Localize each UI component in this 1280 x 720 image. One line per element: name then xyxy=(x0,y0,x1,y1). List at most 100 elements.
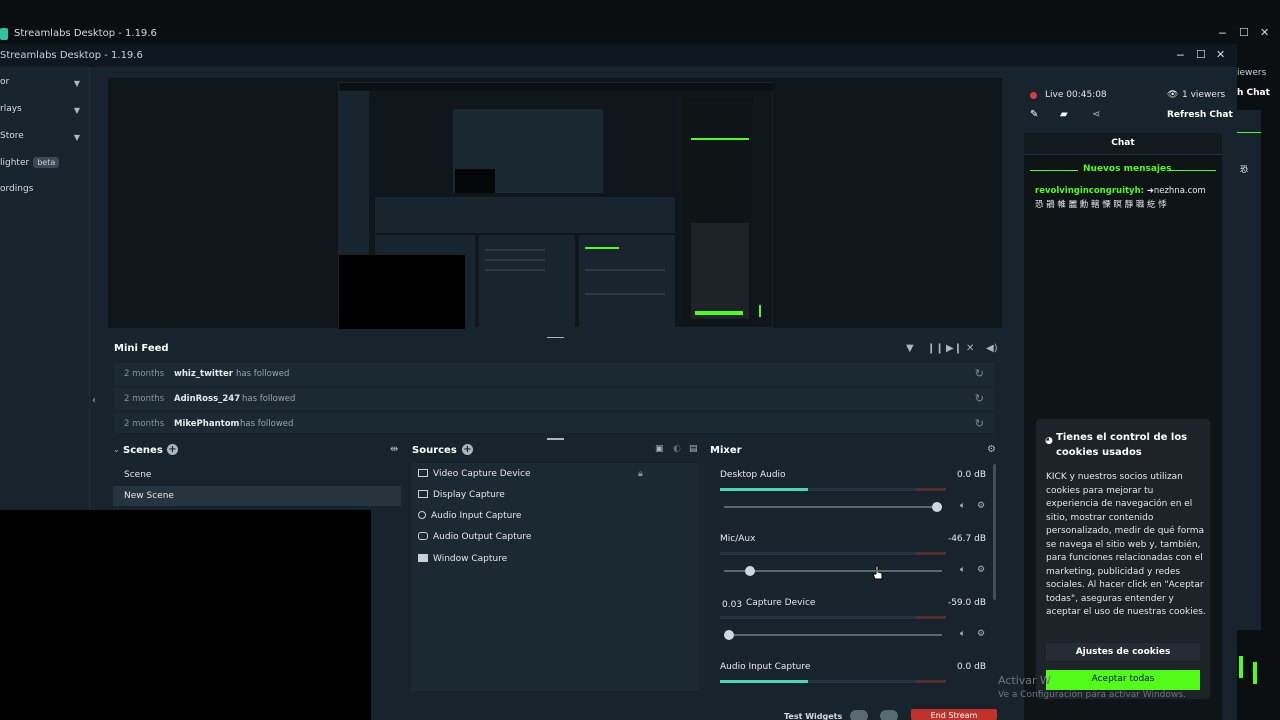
mute-alerts-icon[interactable]: ✕ xyxy=(966,343,974,354)
mixer-title: Mixer xyxy=(710,445,742,456)
source-item[interactable]: Video Capture Device 🔒︎ xyxy=(418,469,698,489)
replay-icon[interactable]: ↻ xyxy=(975,367,984,380)
mute-icon[interactable]: 🔈︎ xyxy=(960,565,965,575)
inner-maximize-icon[interactable]: ☐ xyxy=(1196,48,1206,61)
volume-meter xyxy=(720,616,946,619)
test-widgets-label[interactable]: Test Widgets xyxy=(784,712,842,720)
channel-settings-icon[interactable]: ⚙ xyxy=(977,629,985,639)
sidebar-item-editor[interactable]: or ▼ xyxy=(0,77,86,95)
screen: Streamlabs Desktop - 1.19.6 ─ ☐ ✕ iewers… xyxy=(0,0,1280,720)
mixer-channel-name: Audio Input Capture xyxy=(720,662,811,672)
mixer-channel-db: -46.7 dB xyxy=(947,534,986,544)
inner-minimize-icon[interactable]: ─ xyxy=(1177,49,1184,62)
sidebar-item-label: ordings xyxy=(0,184,34,194)
new-messages-label: Nuevos mensajes xyxy=(1083,164,1172,174)
far-right-meter-2 xyxy=(1253,662,1257,684)
volume-slider[interactable] xyxy=(724,502,942,512)
mixer-scrollbar[interactable] xyxy=(993,464,996,600)
replay-icon[interactable]: ↻ xyxy=(975,417,984,430)
source-item[interactable]: Display Capture xyxy=(418,490,698,510)
outer-window-title: Streamlabs Desktop - 1.19.6 xyxy=(14,28,157,39)
volume-slider-knob[interactable] xyxy=(932,502,942,512)
inner-close-icon[interactable]: ✕ xyxy=(1216,48,1225,61)
mute-icon[interactable]: 🔈︎ xyxy=(960,629,965,639)
divider-right xyxy=(1168,170,1216,171)
chat-username[interactable]: revolvingincongruityh: xyxy=(1035,186,1144,196)
minifeed-panel: Mini Feed ▼ ❙❙ ▶❙ ✕ ◀) 2 months whiz_twi… xyxy=(108,338,1002,433)
share-icon[interactable]: ⋖ xyxy=(1092,109,1100,120)
channel-settings-icon[interactable]: ⚙ xyxy=(977,501,985,511)
nested-mixer xyxy=(579,235,675,329)
nested-green-line xyxy=(691,138,749,140)
source-item[interactable]: Audio Output Capture xyxy=(418,532,698,552)
scene-transitions-icon[interactable]: ⇹ xyxy=(390,444,398,455)
volume-slider-knob[interactable] xyxy=(724,630,734,640)
source-visibility-icon[interactable]: ◐ xyxy=(673,444,681,454)
pause-icon[interactable]: ❙❙ xyxy=(927,343,944,354)
minimize-icon[interactable]: ─ xyxy=(1219,27,1226,40)
scene-item[interactable]: Scene xyxy=(113,465,401,485)
far-right-green-line xyxy=(1237,132,1261,133)
scene-item-selected[interactable]: New Scene xyxy=(113,486,401,506)
channel-settings-icon[interactable]: ⚙ xyxy=(977,565,985,575)
volume-icon[interactable]: ◀) xyxy=(986,343,998,354)
sidebar-item-label: lighter xyxy=(0,158,30,168)
maximize-icon[interactable]: ☐ xyxy=(1239,26,1249,39)
source-item[interactable]: Audio Input Capture xyxy=(418,511,698,531)
sidebar-item-overlays[interactable]: rlays ▼ xyxy=(0,104,86,122)
folder-icon[interactable]: ▤ xyxy=(689,444,698,454)
nested-title-bar xyxy=(339,83,774,91)
list-item: 2 months MikePhantom has followed ↻ xyxy=(114,413,994,433)
chat-popout-icon[interactable]: ▰ xyxy=(1060,109,1068,120)
collapse-chevron-icon[interactable]: ‹ xyxy=(92,395,96,406)
source-group-icon[interactable]: ▣ xyxy=(655,444,664,454)
nested-black-block xyxy=(339,255,465,329)
replay-icon[interactable]: ↻ xyxy=(975,392,984,405)
volume-slider-knob[interactable] xyxy=(744,566,755,576)
nested-slider xyxy=(585,269,665,271)
volume-meter-peak-zone xyxy=(916,488,946,491)
mute-icon[interactable]: 🔈︎ xyxy=(960,501,965,511)
divider-left xyxy=(1030,170,1078,171)
chat-tab[interactable]: Chat xyxy=(1024,138,1222,148)
live-indicator-icon xyxy=(1030,92,1037,99)
source-item[interactable]: Window Capture xyxy=(418,554,698,574)
mixer-channel-name: Desktop Audio xyxy=(720,470,786,480)
replay-buffer-button[interactable] xyxy=(880,710,898,720)
filter-icon[interactable]: ▼ xyxy=(906,343,914,354)
chevron-down-icon[interactable]: ⌄ xyxy=(113,445,120,454)
cookie-settings-button[interactable]: Ajustes de cookies xyxy=(1046,643,1200,661)
sidebar-item-store[interactable]: Store ▼ xyxy=(0,131,86,149)
add-source-button[interactable]: + xyxy=(462,444,473,455)
nested-cookie-box xyxy=(691,223,749,319)
sidebar-item-highlighter[interactable]: lighter beta xyxy=(0,157,86,175)
list-item: 2 months AdinRoss_247 has followed ↻ xyxy=(114,388,994,410)
refresh-chat-fragment[interactable]: h Chat xyxy=(1237,88,1270,98)
source-label: Display Capture xyxy=(433,490,505,500)
add-scene-button[interactable]: + xyxy=(167,444,178,455)
far-right-meter xyxy=(1239,656,1243,678)
viewer-count: 1 viewers xyxy=(1182,90,1226,100)
lock-icon[interactable]: 🔒︎ xyxy=(638,469,643,479)
sidebar-item-recordings[interactable]: ordings xyxy=(0,184,86,202)
record-button[interactable] xyxy=(850,710,868,720)
volume-meter-peak-zone xyxy=(916,552,946,555)
inner-title-bar: Streamlabs Desktop - 1.19.6 ─ ☐ ✕ xyxy=(0,44,1237,67)
chevron-down-icon: ▼ xyxy=(73,106,80,115)
volume-slider[interactable] xyxy=(724,630,942,640)
chevron-down-icon: ▼ xyxy=(73,79,80,88)
mixer-settings-icon[interactable]: ⚙ xyxy=(987,444,996,455)
refresh-chat-button[interactable]: Refresh Chat xyxy=(1167,110,1233,120)
feed-time: 2 months xyxy=(124,419,165,429)
resize-handle[interactable] xyxy=(547,438,564,440)
end-stream-button[interactable]: End Stream xyxy=(911,709,997,720)
accept-all-button[interactable]: Aceptar todas xyxy=(1046,670,1200,690)
far-right-glyph: 恐 xyxy=(1240,165,1248,174)
volume-slider[interactable] xyxy=(724,566,942,576)
edit-icon[interactable]: ✎ xyxy=(1030,109,1038,120)
feed-action: has followed xyxy=(240,419,294,429)
nested-slider-2 xyxy=(585,293,665,295)
skip-icon[interactable]: ▶❙ xyxy=(946,343,962,354)
close-icon[interactable]: ✕ xyxy=(1260,26,1269,39)
mixer-channel-db: 0.0 dB xyxy=(956,662,986,672)
